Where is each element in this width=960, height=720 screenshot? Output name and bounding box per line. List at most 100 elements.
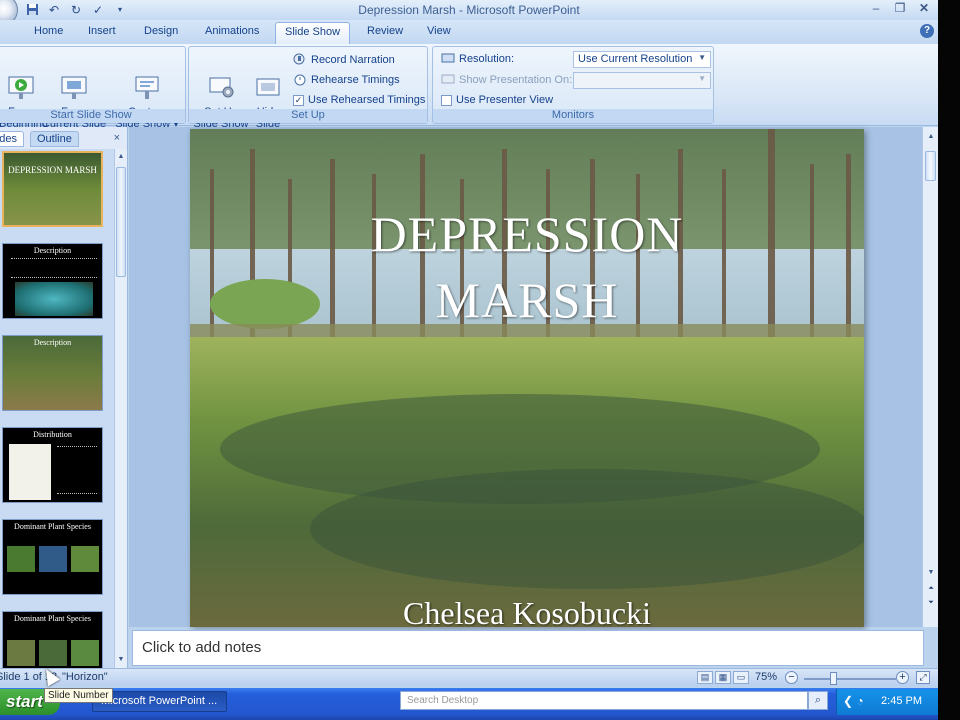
chevron-down-icon: ▼ <box>698 74 706 83</box>
tab-design[interactable]: Design <box>144 25 178 37</box>
slide-thumbnail-1[interactable]: DEPRESSION MARSH <box>2 151 103 227</box>
group-start-slide-show: From Beginning From Current Slide Custom… <box>0 46 186 130</box>
group-set-up: Set Up Slide Show Hide Slide Record Narr… <box>188 46 428 130</box>
thumbnail-title: Dominant Plant Species <box>14 522 91 531</box>
tab-outline[interactable]: Outline <box>30 131 79 147</box>
windows-taskbar: start Microsoft PowerPoint ... Search De… <box>0 688 938 720</box>
scroll-up-icon[interactable]: ▲ <box>925 131 937 143</box>
slide-thumbnail-2[interactable]: Description <box>2 243 103 319</box>
resolution-label: Resolution: <box>441 52 514 65</box>
slide-thumbnail-3[interactable]: Description <box>2 335 103 411</box>
group-label-set-up: Set Up <box>189 109 427 123</box>
slide-title[interactable]: DEPRESSION MARSH <box>190 201 864 333</box>
close-icon[interactable]: × <box>114 132 120 144</box>
screen-edge <box>938 0 960 720</box>
record-narration-button[interactable]: Record Narration <box>293 53 395 66</box>
slide-sorter-icon[interactable]: ▦ <box>715 671 731 684</box>
ribbon: From Beginning From Current Slide Custom… <box>0 44 938 130</box>
thumbnail-title: DEPRESSION MARSH <box>8 165 97 175</box>
checkbox-unchecked-icon <box>441 94 452 106</box>
play-slide-icon <box>6 62 36 99</box>
slide-canvas[interactable]: DEPRESSION MARSH Chelsea Kosobucki <box>190 129 864 627</box>
use-presenter-view-checkbox[interactable]: Use Presenter View <box>441 94 553 106</box>
microphone-icon <box>293 53 307 66</box>
thumbnail-photo <box>15 282 93 316</box>
tab-review[interactable]: Review <box>367 25 403 37</box>
show-presentation-on-select[interactable]: ▼ <box>573 72 711 89</box>
clock: 2:45 PM <box>881 695 922 707</box>
theme-name: "Horizon" <box>62 671 108 683</box>
zoom-slider-track[interactable] <box>804 678 896 680</box>
next-slide-icon[interactable]: ⏷ <box>925 597 937 609</box>
thumbnail-title: Distribution <box>33 430 72 439</box>
ribbon-tabs: Home Insert Design Animations Slide Show… <box>0 20 938 44</box>
tab-animations[interactable]: Animations <box>205 25 259 37</box>
projector-slide-icon <box>59 62 89 99</box>
scroll-up-icon[interactable]: ▲ <box>115 151 127 163</box>
slide-thumbnail-5[interactable]: Dominant Plant Species <box>2 519 103 595</box>
system-tray: ❮ ◔ 2:45 PM <box>836 689 938 715</box>
hide-slide-icon <box>253 62 283 96</box>
notes-placeholder: Click to add notes <box>142 639 262 656</box>
setup-show-icon <box>206 62 236 98</box>
search-icon[interactable]: ⌕ <box>808 691 828 710</box>
thumbnail-photo <box>39 640 67 666</box>
tray-icons[interactable]: ❮ ◔ <box>843 694 864 708</box>
thumbnail-map <box>9 444 51 500</box>
powerpoint-window: ↶ ↻ ✓ ▾ Depression Marsh - Microsoft Pow… <box>0 0 938 720</box>
thumbnail-photo <box>7 640 35 666</box>
desktop-search-input[interactable]: Search Desktop <box>400 691 808 710</box>
use-rehearsed-timings-checkbox[interactable]: ✓ Use Rehearsed Timings <box>293 94 425 106</box>
tab-slide-show[interactable]: Slide Show <box>275 22 351 44</box>
status-bar: Slide 1 of 12 "Horizon" ▤ ▦ ▭ 75% − + ⤢ <box>0 668 938 686</box>
notes-pane[interactable]: Click to add notes <box>132 630 924 666</box>
group-monitors: Resolution: Use Current Resolution ▼ Sho… <box>432 46 714 124</box>
thumbnail-title: Dominant Plant Species <box>14 614 91 623</box>
close-icon[interactable]: ✕ <box>914 1 934 16</box>
monitor-icon <box>441 52 455 65</box>
tab-insert[interactable]: Insert <box>88 25 116 37</box>
restore-icon[interactable]: ❐ <box>890 1 910 16</box>
zoom-slider-knob[interactable] <box>830 672 837 685</box>
thumbnail-photo <box>71 546 99 572</box>
scroll-down-icon[interactable]: ▼ <box>115 654 127 666</box>
checkbox-checked-icon: ✓ <box>293 94 304 106</box>
normal-view-icon[interactable]: ▤ <box>697 671 713 684</box>
scroll-down-icon[interactable]: ▼ <box>925 567 937 579</box>
thumbnail-title: Description <box>33 246 72 255</box>
group-label-start-slide-show: Start Slide Show <box>0 109 185 123</box>
resolution-select[interactable]: Use Current Resolution ▼ <box>573 51 711 68</box>
thumbnail-text-lines <box>11 258 97 278</box>
slide-editing-area: DEPRESSION MARSH Chelsea Kosobucki ▲ ▼ ⏶… <box>129 127 938 627</box>
minimize-icon[interactable]: – <box>866 1 886 16</box>
slide-thumbnail-6[interactable]: Dominant Plant Species <box>2 611 103 668</box>
scrollbar-thumb[interactable] <box>116 167 126 277</box>
thumbnail-photo <box>39 546 67 572</box>
custom-show-icon <box>132 62 162 99</box>
pane-tabs: Slides Outline × <box>0 129 128 147</box>
zoom-in-icon[interactable]: + <box>896 671 909 684</box>
slide-scrollbar[interactable]: ▲ ▼ ⏶ ⏷ <box>922 127 938 627</box>
scrollbar-thumb[interactable] <box>925 151 936 181</box>
slide-subtitle[interactable]: Chelsea Kosobucki <box>190 595 864 627</box>
group-label-monitors: Monitors <box>433 109 713 123</box>
window-controls: – ❐ ✕ <box>866 1 934 16</box>
slide-thumbnail-4[interactable]: Distribution <box>2 427 103 503</box>
show-presentation-on-label: Show Presentation On: <box>441 73 572 86</box>
fit-to-window-icon[interactable]: ⤢ <box>916 671 930 684</box>
rehearse-timings-button[interactable]: Rehearse Timings <box>293 73 400 86</box>
slide-show-view-icon[interactable]: ▭ <box>733 671 749 684</box>
tab-slides[interactable]: Slides <box>0 131 24 147</box>
tab-view[interactable]: View <box>427 25 451 37</box>
view-buttons: ▤ ▦ ▭ <box>697 671 749 684</box>
chevron-down-icon: ▼ <box>698 53 706 62</box>
thumbnail-photo <box>7 546 35 572</box>
zoom-level[interactable]: 75% <box>755 671 777 683</box>
thumbnail-photo <box>71 640 99 666</box>
zoom-out-icon[interactable]: − <box>785 671 798 684</box>
help-icon[interactable]: ? <box>920 24 934 38</box>
tab-home[interactable]: Home <box>34 25 63 37</box>
previous-slide-icon[interactable]: ⏶ <box>925 583 937 595</box>
slides-pane: Slides Outline × DEPRESSION MARSH Descri… <box>0 127 128 668</box>
slides-pane-scrollbar[interactable]: ▲ ▼ <box>114 149 127 668</box>
